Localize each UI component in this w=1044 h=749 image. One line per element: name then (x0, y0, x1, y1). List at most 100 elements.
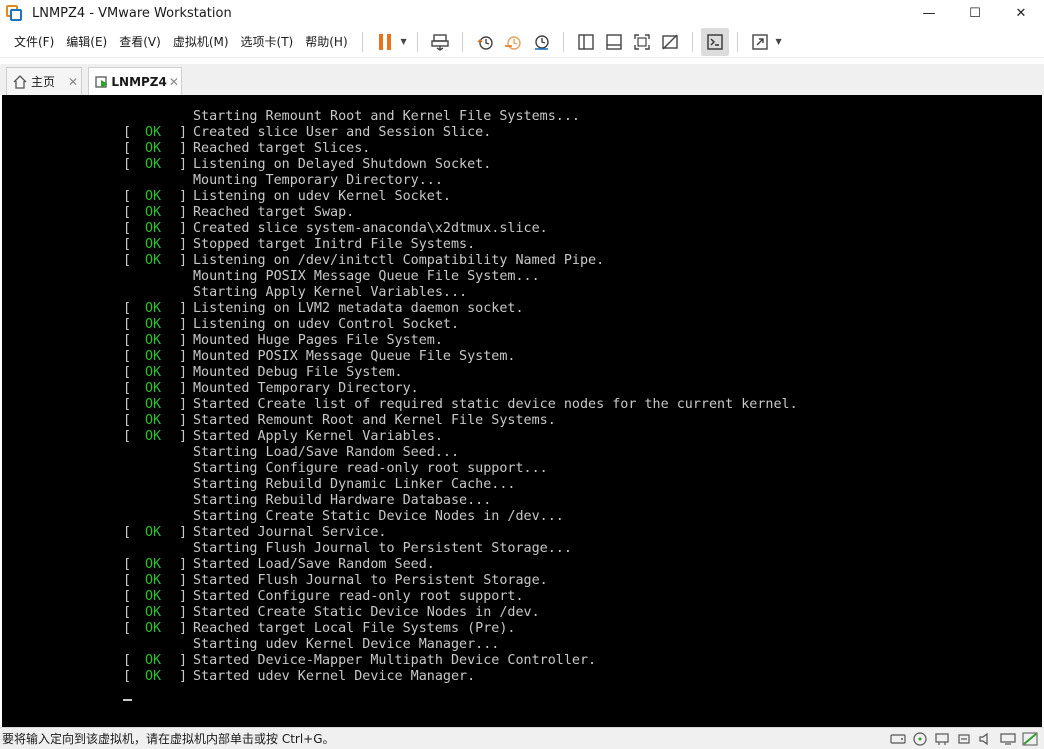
status-bracket-open: [ (123, 365, 132, 380)
console-message: Started Configure read-only root support… (193, 589, 524, 604)
status-bar: 要将输入定向到该虚拟机，请在虚拟机内部单击或按 Ctrl+G。 (0, 727, 1044, 749)
menu-help[interactable]: 帮助(H) (299, 26, 353, 58)
revert-snapshot-button[interactable] (499, 28, 527, 56)
console-ok-line: [OK] Listening on udev Control Socket. (2, 317, 1042, 333)
console-message: Started Create Static Device Nodes in /d… (193, 605, 540, 620)
send-ctrl-alt-del-button[interactable] (426, 28, 454, 56)
console-ok-line: [OK] Mounted Temporary Directory. (2, 381, 1042, 397)
console-ok-line: [OK] Reached target Swap. (2, 205, 1042, 221)
show-library-button[interactable] (572, 28, 600, 56)
stretch-guest-button[interactable] (746, 28, 774, 56)
text-cursor (123, 699, 132, 701)
console-status-line: Starting Apply Kernel Variables... (2, 285, 1042, 301)
status-bracket-close: ] (179, 157, 188, 172)
display-icon[interactable] (998, 731, 1018, 747)
snapshot-manager-icon (534, 34, 549, 50)
menu-view[interactable]: 查看(V) (113, 26, 167, 58)
console-ok-line: [OK] Reached target Local File Systems (P… (2, 621, 1042, 637)
console-view-button[interactable] (700, 27, 729, 56)
ok-status: OK (145, 653, 162, 668)
ok-status: OK (145, 301, 162, 316)
tab-home[interactable]: 主页 ✕ (6, 67, 82, 95)
console-status-line: Mounting Temporary Directory... (2, 173, 1042, 189)
console-message: Mounted Huge Pages File System. (193, 333, 443, 348)
status-bracket-close: ] (179, 253, 188, 268)
stretch-dropdown-icon[interactable]: ▼ (774, 28, 784, 56)
console-ok-line: [OK] Mounted Huge Pages File System. (2, 333, 1042, 349)
ok-status: OK (145, 605, 162, 620)
console-message: Stopped target Initrd File Systems. (193, 237, 476, 252)
status-bracket-close: ] (179, 301, 188, 316)
console-message: Listening on /dev/initctl Compatibility … (193, 253, 605, 268)
ok-status: OK (145, 413, 162, 428)
console-ok-line: [OK] Listening on udev Kernel Socket. (2, 189, 1042, 205)
console-ok-line: [OK] Mounted POSIX Message Queue File Sys… (2, 349, 1042, 365)
status-bracket-close: ] (179, 397, 188, 412)
pause-button[interactable] (371, 28, 399, 56)
unity-mode-button[interactable] (656, 28, 684, 56)
maximize-button[interactable]: ☐ (952, 0, 998, 26)
console-message: Started Apply Kernel Variables. (193, 429, 443, 444)
full-screen-button[interactable] (628, 28, 656, 56)
sound-card-icon[interactable] (976, 731, 996, 747)
console-status-line: Mounting POSIX Message Queue File System… (2, 269, 1042, 285)
console-message: Listening on LVM2 metadata daemon socket… (193, 301, 524, 316)
usb-device-icon[interactable] (954, 731, 974, 747)
console-message: Listening on udev Kernel Socket. (193, 189, 451, 204)
send-keys-icon (430, 33, 449, 51)
status-bracket-open: [ (123, 189, 132, 204)
console-message: Started Create list of required static d… (193, 397, 798, 412)
tab-home-close-icon[interactable]: ✕ (65, 75, 81, 89)
console-message: Mounting POSIX Message Queue File System… (193, 269, 540, 284)
pause-dropdown-icon[interactable]: ▼ (399, 28, 409, 56)
status-bracket-close: ] (179, 525, 188, 540)
console-ok-line: [OK] Started Journal Service. (2, 525, 1042, 541)
take-snapshot-button[interactable] (471, 28, 499, 56)
message-log-icon[interactable] (1020, 731, 1040, 747)
console-message: Created slice system-anaconda\x2dtmux.sl… (193, 221, 548, 236)
fullscreen-icon (633, 33, 650, 50)
ok-status: OK (145, 365, 162, 380)
ok-status: OK (145, 349, 162, 364)
status-bracket-close: ] (179, 573, 188, 588)
minimize-button[interactable]: — (906, 0, 952, 26)
status-bracket-open: [ (123, 429, 132, 444)
status-bracket-open: [ (123, 573, 132, 588)
snapshot-manager-button[interactable] (527, 28, 555, 56)
library-panel-icon (577, 33, 594, 50)
console-message: Mounting Temporary Directory... (193, 173, 443, 188)
status-bracket-open: [ (123, 333, 132, 348)
console-message: Reached target Slices. (193, 141, 371, 156)
vm-console-screen[interactable]: Starting Remount Root and Kernel File Sy… (2, 95, 1042, 727)
hard-disk-icon[interactable] (888, 731, 908, 747)
console-status-line: Starting Remount Root and Kernel File Sy… (2, 109, 1042, 125)
console-ok-line: [OK] Started Device-Mapper Multipath Devi… (2, 653, 1042, 669)
console-ok-line: [OK] Started Create Static Device Nodes i… (2, 605, 1042, 621)
status-bracket-close: ] (179, 317, 188, 332)
status-bracket-close: ] (179, 413, 188, 428)
network-adapter-icon[interactable] (932, 731, 952, 747)
thumbnail-bar-icon (605, 33, 622, 50)
menu-file[interactable]: 文件(F) (8, 26, 60, 58)
show-thumbnail-bar-button[interactable] (600, 28, 628, 56)
tab-lnmpz4-close-icon[interactable]: ✕ (167, 75, 181, 89)
status-bracket-open: [ (123, 301, 132, 316)
console-message: Starting udev Kernel Device Manager... (193, 637, 500, 652)
status-bracket-close: ] (179, 589, 188, 604)
console-ok-line: [OK] Reached target Slices. (2, 141, 1042, 157)
console-status-line: Starting Rebuild Dynamic Linker Cache... (2, 477, 1042, 493)
menu-toolbar: 文件(F) 编辑(E) 查看(V) 虚拟机(M) 选项卡(T) 帮助(H) ▼ … (0, 26, 1044, 58)
menu-vm[interactable]: 虚拟机(M) (167, 26, 235, 58)
tab-lnmpz4[interactable]: LNMPZ4 ✕ (88, 67, 182, 95)
menu-edit[interactable]: 编辑(E) (60, 26, 113, 58)
console-message: Mounted Debug File System. (193, 365, 403, 380)
status-bracket-close: ] (179, 141, 188, 156)
console-message: Started Device-Mapper Multipath Device C… (193, 653, 597, 668)
status-bracket-open: [ (123, 317, 132, 332)
status-message: 要将输入定向到该虚拟机，请在虚拟机内部单击或按 Ctrl+G。 (2, 732, 335, 746)
status-bracket-close: ] (179, 221, 188, 236)
console-status-line: Starting Configure read-only root suppor… (2, 461, 1042, 477)
cd-dvd-icon[interactable] (910, 731, 930, 747)
menu-tabs[interactable]: 选项卡(T) (235, 26, 300, 58)
close-button[interactable]: ✕ (998, 0, 1044, 26)
